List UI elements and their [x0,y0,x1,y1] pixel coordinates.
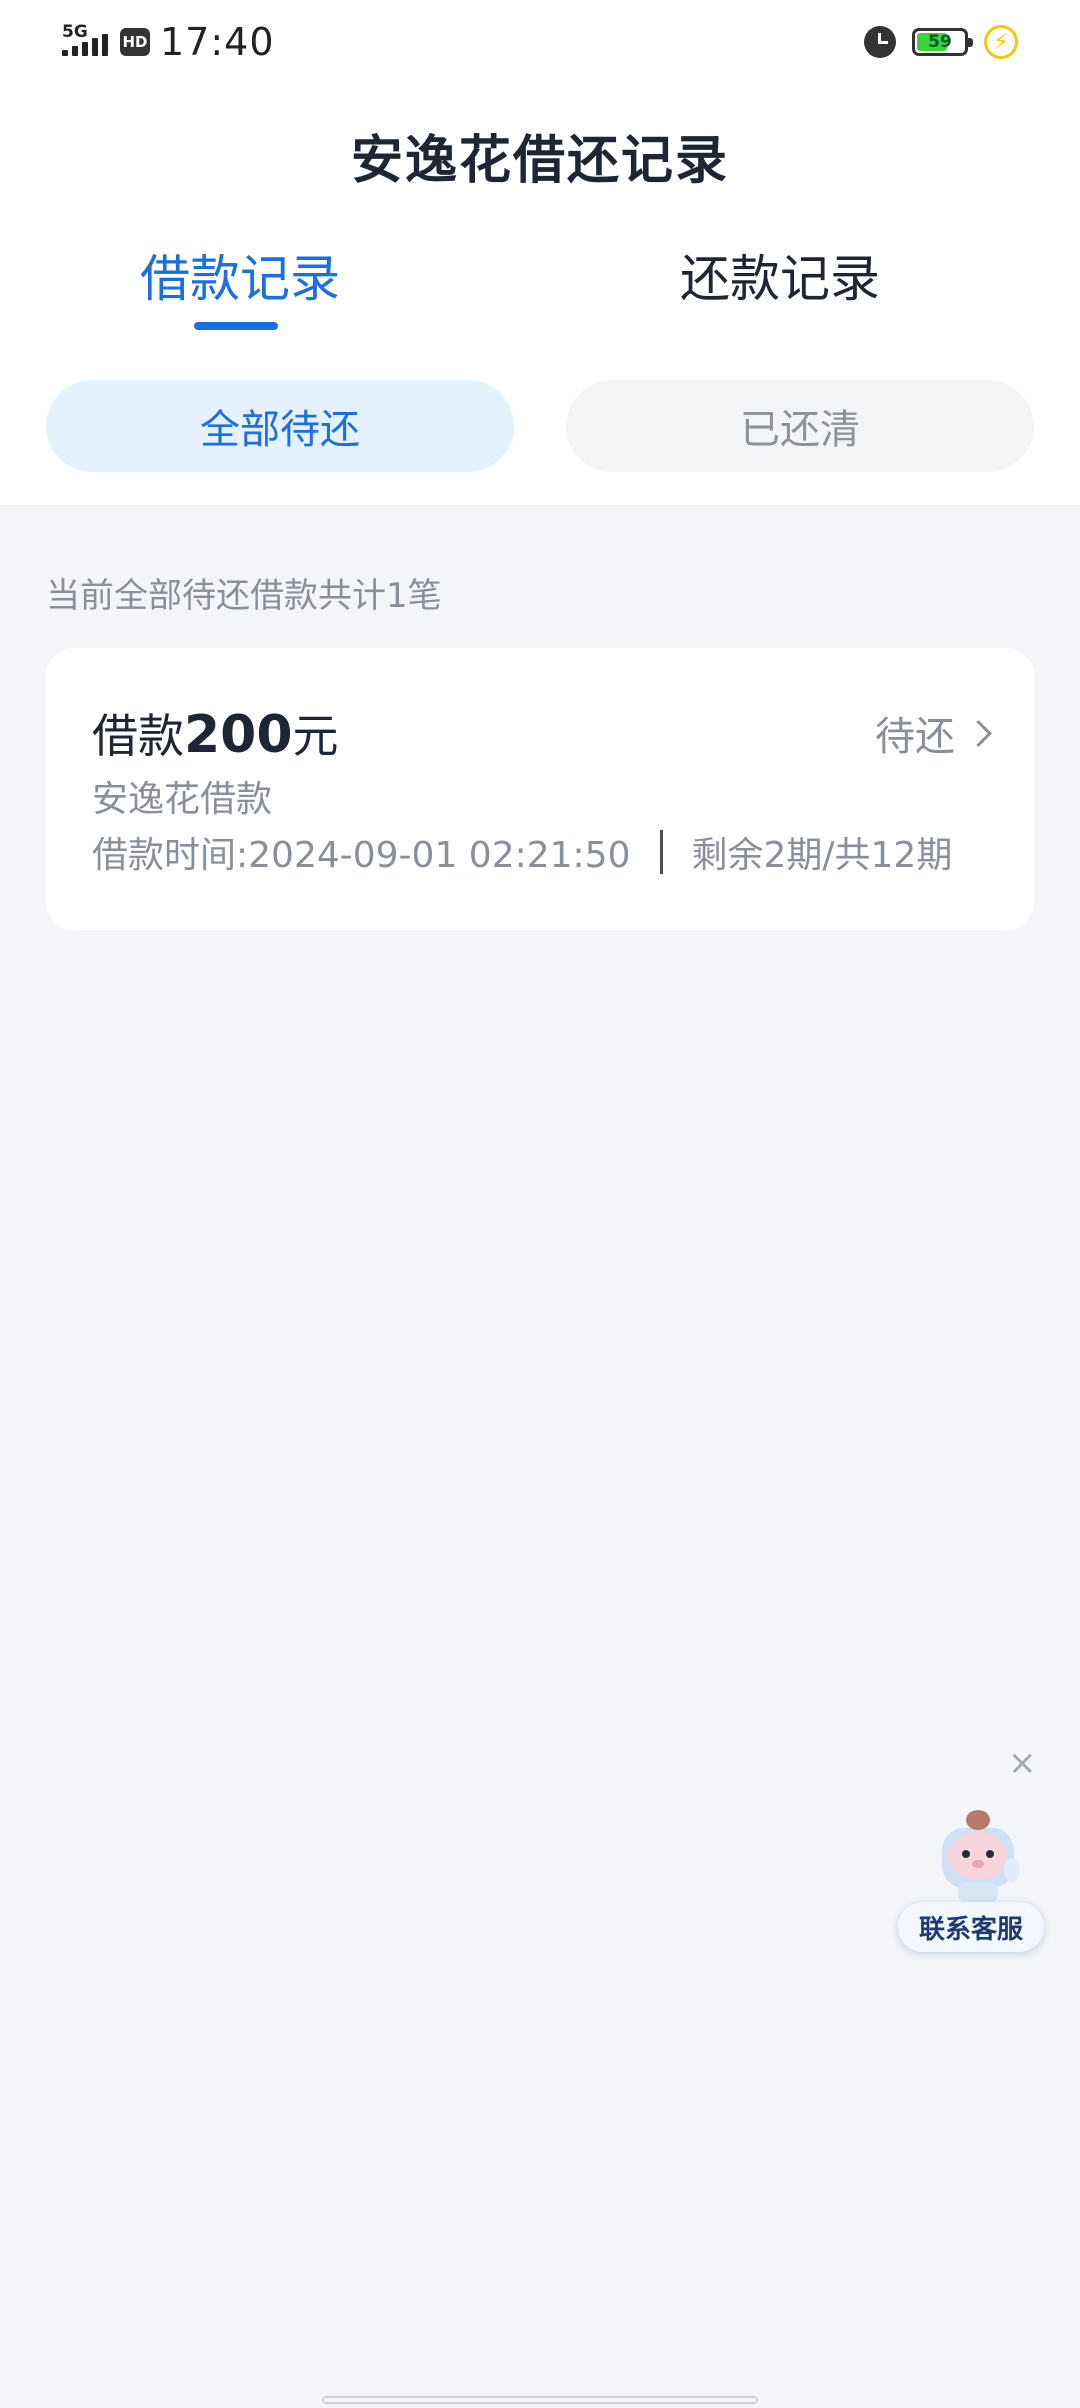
alarm-icon [864,26,896,58]
loan-meta: 借款时间:2024-09-01 02:21:50 剩余2期/共12期 [92,826,952,878]
battery-icon: 59 [912,28,973,56]
chevron-right-icon [965,719,992,747]
tab-repay-records[interactable]: 还款记录 [680,244,880,314]
contact-service-button[interactable]: 联系客服 [898,1902,1044,1952]
charging-icon: ⚡ [984,25,1018,59]
filter-all-pending[interactable]: 全部待还 [46,380,514,472]
loan-amount: 借款200元 [92,705,339,765]
loan-installments: 剩余2期/共12期 [691,835,953,876]
page-title: 安逸花借还记录 [350,131,729,191]
tab-borrow-records[interactable]: 借款记录 [140,244,340,314]
home-indicator[interactable] [322,2396,758,2404]
status-time: 17:40 [160,20,275,64]
active-tab-indicator [194,322,278,330]
loan-status[interactable]: 待还 [875,704,992,762]
customer-service-float[interactable]: 联系客服 [898,1806,1044,1956]
close-icon[interactable]: × [1008,1746,1037,1780]
mascot-icon [942,1810,1020,1904]
loan-status-label: 待还 [875,714,955,760]
loan-product: 安逸花借款 [92,779,273,820]
divider [660,830,664,874]
status-bar: 5G HD 17:40 59 ⚡ [0,0,1080,84]
hd-icon: HD [120,28,150,56]
pending-summary: 当前全部待还借款共计1笔 [46,576,442,616]
loan-time: 借款时间:2024-09-01 02:21:50 [92,835,631,876]
loan-card[interactable]: 借款200元 待还 安逸花借款 借款时间:2024-09-01 02:21:50… [46,648,1034,930]
signal-icon: 5G [62,22,110,62]
filter-cleared[interactable]: 已还清 [566,380,1034,472]
